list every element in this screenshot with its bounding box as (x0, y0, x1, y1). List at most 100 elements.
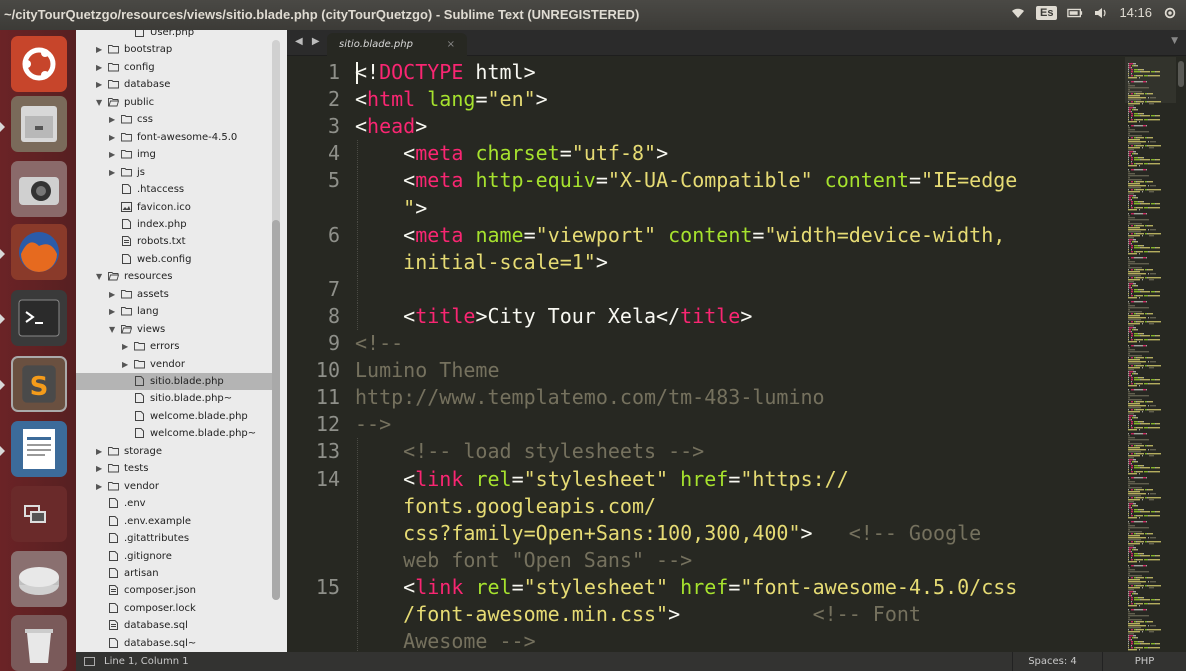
sidebar-folder[interactable]: ▶ lang (76, 303, 272, 320)
collapsed-chevron-icon[interactable]: ▶ (96, 59, 102, 76)
sidebar-file[interactable]: sitio.blade.php (76, 373, 272, 390)
sidebar-file[interactable]: composer.lock (76, 600, 272, 617)
expanded-chevron-icon[interactable]: ▼ (109, 321, 115, 338)
collapsed-chevron-icon[interactable]: ▶ (96, 41, 102, 58)
sidebar-folder[interactable]: ▶ bootstrap (76, 41, 272, 58)
firefox-icon[interactable] (11, 224, 67, 280)
disk-icon[interactable] (11, 551, 67, 607)
volume-icon[interactable] (1093, 6, 1109, 20)
sidebar-file[interactable]: composer.json (76, 582, 272, 599)
code-line[interactable]: 8 <title>City Tour Xela</title> (287, 302, 1125, 330)
sidebar-file[interactable]: .env.example (76, 513, 272, 530)
libreoffice-writer-icon[interactable] (11, 421, 67, 477)
code-line[interactable]: 4 <meta charset="utf-8"> (287, 140, 1125, 168)
sidebar-file[interactable]: sitio.blade.php~ (76, 390, 272, 407)
sidebar-folder[interactable]: ▶ css (76, 111, 272, 128)
terminal-icon[interactable] (11, 290, 67, 346)
sidebar-scrollbar-thumb[interactable] (272, 220, 280, 600)
panel-toggle-icon[interactable] (84, 657, 95, 666)
sidebar-file[interactable]: web.config (76, 251, 272, 268)
sidebar-file[interactable]: User.php (76, 30, 272, 41)
trash-icon[interactable] (11, 615, 67, 671)
sidebar-file[interactable]: welcome.blade.php (76, 408, 272, 425)
sidebar-folder[interactable]: ▶ img (76, 146, 272, 163)
code-line[interactable]: 11 http://www.templatemo.com/tm-483-lumin… (287, 384, 1125, 411)
sidebar-folder[interactable]: ▶ vendor (76, 478, 272, 495)
code-line[interactable]: fonts.googleapis.com/ (287, 492, 1125, 520)
sidebar-folder[interactable]: ▶ font-awesome-4.5.0 (76, 129, 272, 146)
indentation-selector[interactable]: Spaces: 4 (1012, 652, 1092, 671)
sidebar-file[interactable]: .env (76, 495, 272, 512)
collapsed-chevron-icon[interactable]: ▶ (109, 286, 115, 303)
editor-scrollbar-thumb[interactable] (1178, 61, 1184, 87)
sidebar-file[interactable]: database.sql~ (76, 635, 272, 652)
clock[interactable]: 14:16 (1119, 5, 1152, 20)
code-line[interactable]: Awesome --> (287, 628, 1125, 652)
syntax-selector[interactable]: PHP (1102, 652, 1186, 671)
code-line[interactable]: 5 <meta http-equiv="X-UA-Compatible" con… (287, 167, 1125, 195)
sidebar-folder[interactable]: ▶ vendor (76, 356, 272, 373)
editor-scrollbar[interactable] (1176, 57, 1186, 652)
code-line[interactable]: 9 <!-- (287, 330, 1125, 357)
code-line[interactable]: 13 <!-- load stylesheets --> (287, 438, 1125, 466)
code-line[interactable]: 1 <!DOCTYPE html> (287, 59, 1125, 86)
sidebar-file[interactable]: robots.txt (76, 233, 272, 250)
collapsed-chevron-icon[interactable]: ▶ (109, 111, 115, 128)
sidebar-file[interactable]: welcome.blade.php~ (76, 425, 272, 442)
battery-icon[interactable] (1067, 6, 1083, 20)
code-line[interactable]: 7 (287, 275, 1125, 303)
code-editor[interactable]: 1 <!DOCTYPE html> 2 <html lang="en"> 3 <head>… (287, 57, 1125, 652)
tab-menu-chevron-down-icon[interactable]: ▼ (1171, 36, 1178, 46)
sidebar-file[interactable]: index.php (76, 216, 272, 233)
sidebar-folder[interactable]: ▶ config (76, 59, 272, 76)
code-line[interactable]: css?family=Open+Sans:100,300,400"> <!-- … (287, 519, 1125, 547)
tab-sitio-blade[interactable]: sitio.blade.php × (327, 33, 467, 56)
code-line[interactable]: initial-scale=1"> (287, 248, 1125, 276)
expanded-chevron-icon[interactable]: ▼ (96, 268, 102, 285)
code-line[interactable]: 6 <meta name="viewport" content="width=d… (287, 221, 1125, 249)
sidebar-folder[interactable]: ▼ views (76, 321, 272, 338)
code-line[interactable]: 3 <head> (287, 113, 1125, 140)
ubuntu-dash-icon[interactable] (11, 36, 67, 92)
collapsed-chevron-icon[interactable]: ▶ (96, 460, 102, 477)
code-line[interactable]: 15 <link rel="stylesheet" href="font-awe… (287, 573, 1125, 601)
keyboard-layout-indicator[interactable]: Es (1035, 5, 1058, 20)
minimap[interactable] (1125, 57, 1176, 652)
sidebar-folder[interactable]: ▶ assets (76, 286, 272, 303)
sidebar-file[interactable]: artisan (76, 565, 272, 582)
code-line[interactable]: 12 --> (287, 411, 1125, 438)
tab-close-icon[interactable]: × (447, 33, 455, 56)
collapsed-chevron-icon[interactable]: ▶ (109, 164, 115, 181)
files-icon[interactable] (11, 96, 67, 152)
settings-gear-icon[interactable] (1162, 6, 1178, 20)
sidebar-folder[interactable]: ▼ resources (76, 268, 272, 285)
sidebar-folder[interactable]: ▶ tests (76, 460, 272, 477)
collapsed-chevron-icon[interactable]: ▶ (109, 129, 115, 146)
camera-icon[interactable] (11, 161, 67, 217)
sidebar-file[interactable]: database.sql (76, 617, 272, 634)
collapsed-chevron-icon[interactable]: ▶ (109, 146, 115, 163)
sidebar-file[interactable]: favicon.ico (76, 199, 272, 216)
sidebar-file[interactable]: .gitattributes (76, 530, 272, 547)
code-line[interactable]: 14 <link rel="stylesheet" href="https:// (287, 465, 1125, 493)
code-line[interactable]: 10 Lumino Theme (287, 357, 1125, 384)
code-line[interactable]: /font-awesome.min.css"> <!-- Font (287, 601, 1125, 628)
tab-navigation-arrows[interactable]: ◀ ▶ (295, 36, 323, 47)
sidebar-file[interactable]: .gitignore (76, 548, 272, 565)
collapsed-chevron-icon[interactable]: ▶ (122, 356, 128, 373)
sidebar-folder[interactable]: ▶ database (76, 76, 272, 93)
collapsed-chevron-icon[interactable]: ▶ (96, 76, 102, 93)
sublime-text-icon[interactable]: S (11, 356, 67, 412)
expanded-chevron-icon[interactable]: ▼ (96, 94, 102, 111)
sidebar-folder[interactable]: ▶ js (76, 164, 272, 181)
code-line[interactable]: web font "Open Sans" --> (287, 546, 1125, 574)
wifi-icon[interactable] (1010, 6, 1026, 20)
code-line[interactable]: 2 <html lang="en"> (287, 86, 1125, 113)
sidebar-folder[interactable]: ▶ storage (76, 443, 272, 460)
workspace-switcher-icon[interactable] (11, 486, 67, 542)
code-line[interactable]: "> (287, 194, 1125, 222)
collapsed-chevron-icon[interactable]: ▶ (122, 338, 128, 355)
collapsed-chevron-icon[interactable]: ▶ (96, 443, 102, 460)
sidebar-file[interactable]: .htaccess (76, 181, 272, 198)
collapsed-chevron-icon[interactable]: ▶ (109, 303, 115, 320)
